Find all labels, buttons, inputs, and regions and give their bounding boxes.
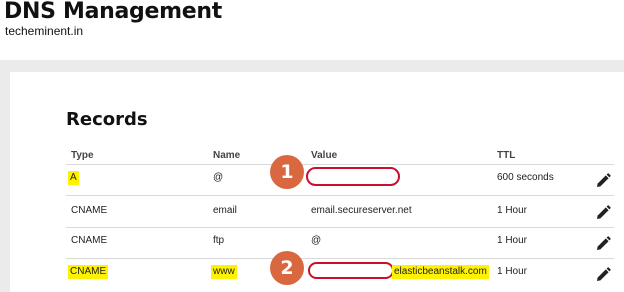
pencil-icon bbox=[597, 267, 611, 281]
record-type: CNAME bbox=[71, 235, 108, 246]
edit-record-button[interactable] bbox=[594, 204, 612, 222]
record-ttl: 1 Hour bbox=[497, 235, 528, 246]
record-name: email bbox=[213, 205, 237, 216]
pencil-icon bbox=[597, 173, 611, 187]
record-value: elasticbeanstalk.com bbox=[392, 265, 489, 279]
row-divider bbox=[66, 258, 614, 259]
record-name: @ bbox=[213, 172, 224, 183]
row-divider bbox=[66, 227, 614, 228]
column-header-type: Type bbox=[71, 150, 94, 161]
record-name: www bbox=[211, 265, 237, 279]
edit-record-button[interactable] bbox=[594, 235, 612, 253]
redacted-value bbox=[306, 167, 400, 186]
page-title: DNS Management bbox=[4, 0, 222, 24]
record-type: CNAME bbox=[68, 265, 109, 279]
record-name: ftp bbox=[213, 235, 225, 246]
annotation-badge-2: 2 bbox=[270, 251, 304, 285]
pencil-icon bbox=[597, 205, 611, 219]
record-type: CNAME bbox=[71, 205, 108, 216]
column-header-value: Value bbox=[311, 150, 338, 161]
row-divider bbox=[66, 195, 614, 196]
record-value: email.secureserver.net bbox=[311, 205, 412, 216]
pencil-icon bbox=[597, 236, 611, 250]
column-header-name: Name bbox=[213, 150, 241, 161]
record-type: A bbox=[68, 171, 79, 185]
record-value: @ bbox=[311, 235, 322, 246]
redacted-value bbox=[308, 262, 394, 279]
records-title: Records bbox=[66, 109, 148, 130]
column-header-ttl: TTL bbox=[497, 150, 516, 161]
edit-record-button[interactable] bbox=[594, 172, 612, 190]
row-divider bbox=[66, 164, 614, 165]
record-ttl: 600 seconds bbox=[497, 172, 554, 183]
record-ttl: 1 Hour bbox=[497, 266, 528, 277]
edit-record-button[interactable] bbox=[594, 266, 612, 284]
record-ttl: 1 Hour bbox=[497, 205, 528, 216]
domain-name: techeminent.in bbox=[5, 24, 84, 38]
page-header: DNS Management techeminent.in bbox=[0, 0, 624, 60]
annotation-badge-1: 1 bbox=[270, 155, 304, 189]
